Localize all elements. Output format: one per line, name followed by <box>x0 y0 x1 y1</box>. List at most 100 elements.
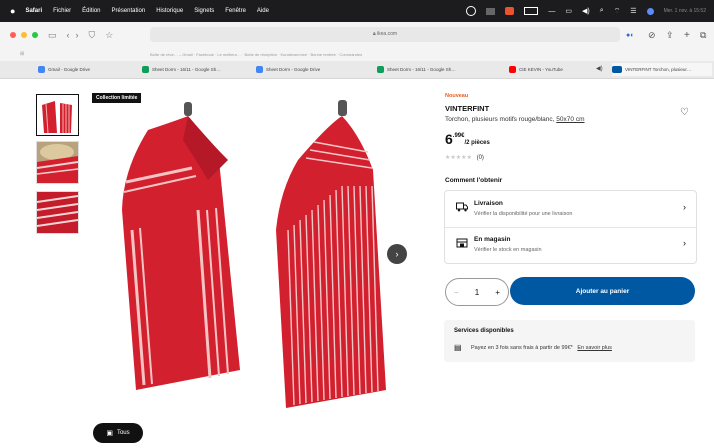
store-title: En magasin <box>474 236 511 243</box>
window-close-button[interactable] <box>10 32 16 38</box>
battery-icon[interactable] <box>524 7 539 15</box>
sidebar-icon[interactable]: ▭ <box>48 30 57 41</box>
menu-app-name[interactable]: Safari <box>25 8 42 14</box>
menu-historique[interactable]: Historique <box>156 8 183 14</box>
new-tab-icon[interactable]: + <box>684 30 690 41</box>
delivery-options: Livraison Vérifier la disponibilité pour… <box>444 190 697 264</box>
thumbnail-2[interactable] <box>36 141 79 184</box>
add-to-cart-button[interactable]: Ajouter au panier <box>510 277 695 305</box>
window-minimize-button[interactable] <box>21 32 27 38</box>
thumbnail-3[interactable] <box>36 191 79 234</box>
product-description: Torchon, plusieurs motifs rouge/blanc, 5… <box>445 116 584 123</box>
menu-status-area: — ▭ ◀) ⌕ ⌔ ☰ Mer. 1 nov. à 15:52 <box>466 0 706 22</box>
tab-favicon <box>509 66 516 73</box>
delivery-subtitle: Vérifier la disponibilité pour une livra… <box>474 211 573 217</box>
price-integer: 6 <box>445 131 453 147</box>
gallery-icon: ▣ <box>106 430 113 437</box>
keyboard-icon[interactable]: — <box>548 8 555 15</box>
truck-icon <box>456 202 468 212</box>
apple-icon[interactable]: ● <box>10 6 15 16</box>
search-icon[interactable]: ⌕ <box>600 7 604 15</box>
wifi-icon[interactable]: ⌔ <box>614 7 621 16</box>
increase-button[interactable]: + <box>495 288 500 297</box>
store-subtitle: Vérifier le stock en magasin <box>474 247 542 253</box>
mute-icon[interactable]: ◀) <box>596 65 603 72</box>
thumbnail-1[interactable] <box>36 94 79 136</box>
tab-5[interactable]: CIE KEVIN - YouTube <box>509 63 604 76</box>
price: 6.99€/2 pièces <box>445 131 490 149</box>
app-status-icon[interactable] <box>505 7 515 15</box>
new-label: Nouveau <box>445 93 469 99</box>
menu-fenetre[interactable]: Fenêtre <box>225 8 246 14</box>
next-image-button[interactable]: › <box>387 244 407 264</box>
menu-fichier[interactable]: Fichier <box>53 8 71 14</box>
tab-label: Gmail - Google Drive <box>48 67 91 72</box>
services-text: Payez en 3 fois sans frais à partir de 9… <box>471 345 573 351</box>
chevron-right-icon: › <box>683 238 686 248</box>
collection-badge: Collection limitée <box>92 93 142 103</box>
delivery-option-livraison[interactable]: Livraison Vérifier la disponibilité pour… <box>445 191 696 228</box>
services-heading: Services disponibles <box>454 328 514 334</box>
lock-icon: 🔒︎ <box>372 31 376 37</box>
tab-favicon <box>612 66 622 73</box>
favorites-links[interactable]: Boîte de réce… – Gmail · Facebook · Le m… <box>150 52 362 57</box>
back-icon[interactable]: ‹ <box>67 30 70 40</box>
menu-clock: Mer. 1 nov. à 15:52 <box>663 8 706 14</box>
menu-edition[interactable]: Édition <box>82 8 100 14</box>
record-icon[interactable] <box>466 6 477 16</box>
tab-6-active[interactable]: VINTERFINT Torchon, plusieur… <box>612 63 712 76</box>
payment-icon: ▤ <box>454 343 462 352</box>
menu-presentation[interactable]: Présentation <box>112 8 146 14</box>
review-count: (0) <box>476 155 484 161</box>
menu-aide[interactable]: Aide <box>257 8 269 14</box>
menu-signets[interactable]: Signets <box>194 8 214 14</box>
screen-icon[interactable] <box>486 7 496 15</box>
tab-bar: Gmail - Google Drive Sheet Dorm - 16/11 … <box>0 61 714 79</box>
rating-stars: ★★★★★ <box>445 155 472 161</box>
rating[interactable]: ★★★★★ (0) <box>445 154 484 161</box>
delivery-option-store[interactable]: En magasin Vérifier le stock en magasin … <box>445 227 696 263</box>
quantity-value[interactable]: 1 <box>475 288 479 297</box>
all-images-label: Tous <box>116 430 130 436</box>
tab-favicon <box>38 66 45 73</box>
tab-1[interactable]: Gmail - Google Drive <box>38 63 128 76</box>
share-icon[interactable]: ⇪ <box>666 30 674 41</box>
description-text: Torchon, plusieurs motifs rouge/blanc, <box>445 116 555 123</box>
favorites-grid-icon[interactable]: ⊞ <box>20 51 24 57</box>
tab-favicon <box>142 66 149 73</box>
menu-bar: ● Safari Fichier Édition Présentation Hi… <box>0 0 714 22</box>
tab-label: Sheet Dorm - 16/11 - Google Sh… <box>387 67 456 72</box>
services-box: Services disponibles ▤ Payez en 3 fois s… <box>444 320 695 362</box>
window-zoom-button[interactable] <box>32 32 38 38</box>
tab-label: Sheet Dorm - Google Drive <box>266 67 321 72</box>
address-bar[interactable]: 🔒︎ ikea.com <box>150 27 620 42</box>
privacy-icon[interactable]: ⛉ <box>89 30 96 41</box>
volume-icon[interactable]: ◀) <box>582 7 590 15</box>
tab-3[interactable]: Sheet Dorm - Google Drive <box>256 63 356 76</box>
address-text: ikea.com <box>377 31 398 37</box>
extension-icon[interactable]: ●◐ <box>626 32 634 39</box>
tab-4[interactable]: Sheet Dorm - 16/11 - Google Sh… <box>377 63 482 76</box>
tab-favicon <box>256 66 263 73</box>
delivery-title: Livraison <box>474 200 503 207</box>
price-unit: /2 pièces <box>464 140 490 146</box>
tab-favicon <box>377 66 384 73</box>
tab-2[interactable]: Sheet Dorm - 16/11 - Google Sh… <box>142 63 247 76</box>
display-icon[interactable]: ▭ <box>565 7 572 15</box>
favorites-star-icon[interactable]: ☆ <box>105 30 113 41</box>
product-name: VINTERFINT <box>445 104 490 113</box>
download-icon[interactable]: ⊘ <box>648 30 656 41</box>
browser-toolbar: ▭ ‹ › ⛉ ☆ 🔒︎ ikea.com ●◐ ⊘ ⇪ + ⧉ <box>0 22 714 48</box>
learn-more-link[interactable]: En savoir plus <box>577 345 612 351</box>
favorite-button[interactable]: ♡ <box>680 107 689 118</box>
dimensions-link[interactable]: 50x70 cm <box>556 116 584 123</box>
main-product-image[interactable] <box>88 90 408 420</box>
decrease-button[interactable]: − <box>454 288 459 297</box>
tab-overview-icon[interactable]: ⧉ <box>700 30 706 41</box>
siri-icon[interactable] <box>646 7 654 15</box>
tab-label: VINTERFINT Torchon, plusieur… <box>625 67 692 72</box>
services-text-row: Payez en 3 fois sans frais à partir de 9… <box>471 345 612 351</box>
all-images-button[interactable]: ▣ Tous <box>93 423 143 443</box>
control-center-icon[interactable]: ☰ <box>630 7 636 15</box>
forward-icon[interactable]: › <box>76 30 79 40</box>
